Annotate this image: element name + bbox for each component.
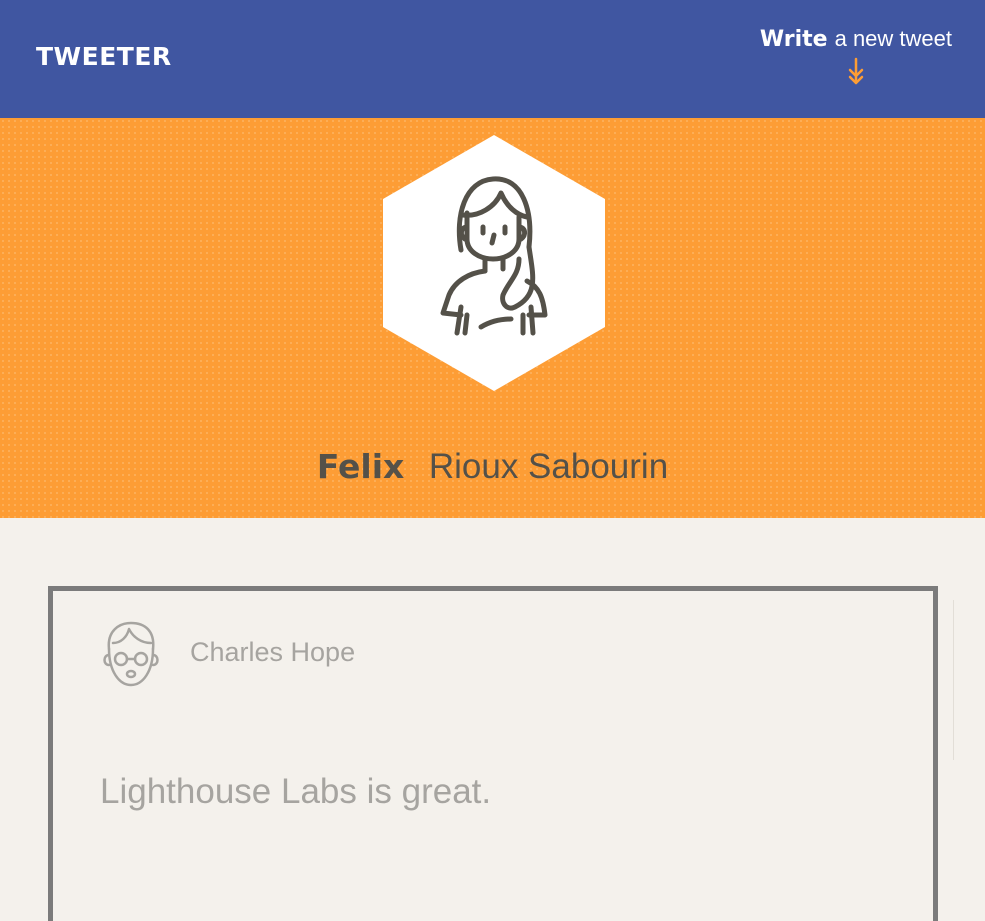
top-nav: TWEETER Write a new tweet — [0, 0, 985, 118]
profile-header: Felix Rioux Sabourin — [0, 118, 985, 518]
compose-label-rest: a new tweet — [834, 26, 952, 51]
divider — [953, 600, 954, 760]
tweet-content: Lighthouse Labs is great. — [100, 772, 492, 811]
compose-label-strong: Write — [759, 27, 828, 52]
compose-label[interactable]: Write a new tweet — [760, 24, 952, 55]
brand-logo[interactable]: TWEETER — [36, 42, 172, 72]
compose-tweet-toggle[interactable]: Write a new tweet — [760, 24, 952, 87]
tweet-card[interactable]: Charles Hope Lighthouse Labs is great. — [48, 586, 938, 921]
profile-name: Felix Rioux Sabourin — [0, 445, 985, 489]
profile-last-name: Rioux Sabourin — [428, 447, 669, 486]
woman-avatar-icon — [383, 135, 605, 391]
double-chevron-down-icon[interactable] — [846, 57, 866, 87]
profile-first-name: Felix — [316, 447, 405, 486]
tweet-user-name[interactable]: Charles Hope — [190, 635, 355, 669]
man-with-glasses-avatar-icon — [103, 621, 159, 687]
